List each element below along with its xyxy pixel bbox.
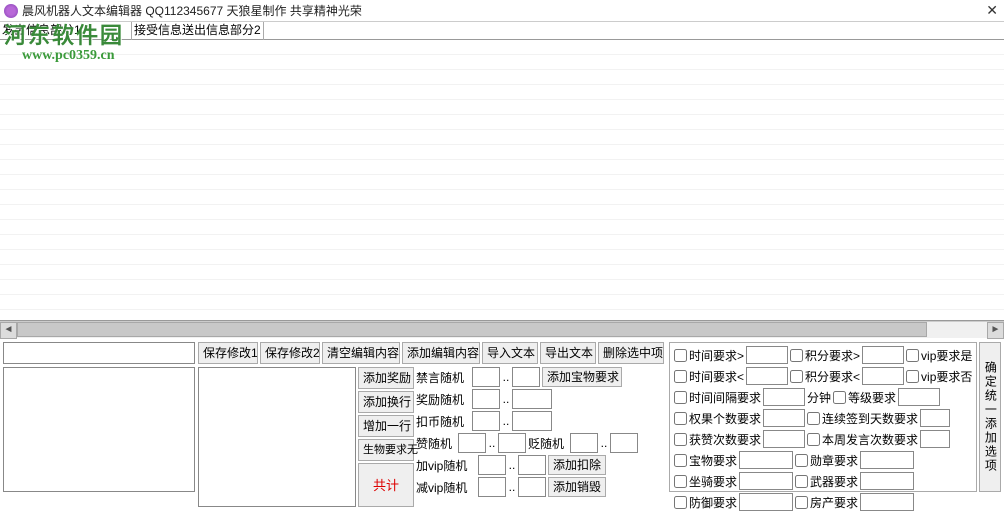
praise-random-max[interactable] <box>498 433 526 453</box>
window-title: 晨风机器人文本编辑器 QQ112345677 天狼星制作 共享精神光荣 <box>22 2 362 19</box>
defense-input[interactable] <box>739 493 793 511</box>
treasure-check[interactable] <box>674 454 687 467</box>
points-lt-check[interactable] <box>790 370 803 383</box>
add-vip-random-label: 加vip随机 <box>416 457 476 474</box>
dispraise-random-max[interactable] <box>610 433 638 453</box>
app-icon <box>4 4 18 18</box>
column-headers: 发出信息部分1 接受信息送出信息部分2 <box>0 22 1004 40</box>
col-header-1[interactable]: 发出信息部分1 <box>0 22 132 40</box>
add-reward-button[interactable]: 添加奖励 <box>358 367 414 389</box>
points-gt-check[interactable] <box>790 349 803 362</box>
bio-req-button[interactable]: 生物要求无 <box>358 439 414 461</box>
col-header-2[interactable]: 接受信息送出信息部分2 <box>132 22 264 40</box>
dispraise-random-label: 贬随机 <box>528 435 568 452</box>
consec-sign-check[interactable] <box>807 412 820 425</box>
reward-random-min[interactable] <box>472 389 500 409</box>
scroll-thumb[interactable] <box>17 322 927 337</box>
filter-input[interactable] <box>3 342 195 364</box>
weapon-input[interactable] <box>860 472 914 490</box>
requirements-panel: 时间要求> 积分要求> vip要求是 时间要求< 积分要求< vip要求否 时间… <box>669 342 977 492</box>
total-label: 共计 <box>358 463 414 507</box>
time-lt-check[interactable] <box>674 370 687 383</box>
time-lt-input[interactable] <box>746 367 788 385</box>
add-vip-max[interactable] <box>518 455 546 475</box>
defense-check[interactable] <box>674 496 687 509</box>
ban-random-min[interactable] <box>472 367 500 387</box>
delete-sel-button[interactable]: 删除选中项 <box>598 342 664 364</box>
mount-check[interactable] <box>674 475 687 488</box>
reward-random-max[interactable] <box>512 389 552 409</box>
save2-button[interactable]: 保存修改2 <box>260 342 320 364</box>
interval-check[interactable] <box>674 391 687 404</box>
deduct-random-label: 扣币随机 <box>416 413 470 430</box>
deduct-random-min[interactable] <box>472 411 500 431</box>
import-button[interactable]: 导入文本 <box>482 342 538 364</box>
house-check[interactable] <box>795 496 808 509</box>
ban-random-label: 禁言随机 <box>416 369 470 386</box>
house-input[interactable] <box>860 493 914 511</box>
sub-vip-min[interactable] <box>478 477 506 497</box>
horizontal-scrollbar[interactable]: ◄ ► <box>0 321 1004 338</box>
add-vip-min[interactable] <box>478 455 506 475</box>
add-edit-button[interactable]: 添加编辑内容 <box>402 342 480 364</box>
vip-no-check[interactable] <box>906 370 919 383</box>
level-input[interactable] <box>898 388 940 406</box>
add-row-button[interactable]: 增加一行 <box>358 415 414 437</box>
sub-vip-random-label: 减vip随机 <box>416 479 476 496</box>
vip-yes-check[interactable] <box>906 349 919 362</box>
mount-input[interactable] <box>739 472 793 490</box>
medal-input[interactable] <box>860 451 914 469</box>
bottom-panel: 保存修改1 保存修改2 清空编辑内容 添加编辑内容 导入文本 导出文本 删除选中… <box>0 338 1004 496</box>
praise-random-min[interactable] <box>458 433 486 453</box>
consec-sign-input[interactable] <box>920 409 950 427</box>
time-gt-input[interactable] <box>746 346 788 364</box>
own-count-input[interactable] <box>763 409 805 427</box>
reward-random-label: 奖励随机 <box>416 391 470 408</box>
add-destroy-button[interactable]: 添加销毁 <box>548 477 606 497</box>
dispraise-random-min[interactable] <box>570 433 598 453</box>
deduct-random-max[interactable] <box>512 411 552 431</box>
mid-textarea[interactable] <box>198 367 356 507</box>
points-lt-input[interactable] <box>862 367 904 385</box>
interval-input[interactable] <box>763 388 805 406</box>
scroll-right-icon[interactable]: ► <box>987 322 1004 339</box>
praise-random-label: 赞随机 <box>416 435 456 452</box>
medal-check[interactable] <box>795 454 808 467</box>
close-icon[interactable]: ✕ <box>986 2 998 19</box>
sub-vip-max[interactable] <box>518 477 546 497</box>
clear-button[interactable]: 清空编辑内容 <box>322 342 400 364</box>
treasure-input[interactable] <box>739 451 793 469</box>
save1-button[interactable]: 保存修改1 <box>198 342 258 364</box>
export-button[interactable]: 导出文本 <box>540 342 596 364</box>
add-newline-button[interactable]: 添加换行 <box>358 391 414 413</box>
points-gt-input[interactable] <box>862 346 904 364</box>
scroll-left-icon[interactable]: ◄ <box>0 322 17 339</box>
level-check[interactable] <box>833 391 846 404</box>
time-gt-check[interactable] <box>674 349 687 362</box>
add-deduct-button[interactable]: 添加扣除 <box>548 455 606 475</box>
week-speak-input[interactable] <box>920 430 950 448</box>
praise-count-check[interactable] <box>674 433 687 446</box>
titlebar: 晨风机器人文本编辑器 QQ112345677 天狼星制作 共享精神光荣 ✕ <box>0 0 1004 22</box>
left-column <box>3 342 195 492</box>
ban-random-max[interactable] <box>512 367 540 387</box>
praise-count-input[interactable] <box>763 430 805 448</box>
add-treasure-req-button[interactable]: 添加宝物要求 <box>542 367 622 387</box>
week-speak-check[interactable] <box>807 433 820 446</box>
weapon-check[interactable] <box>795 475 808 488</box>
list-area[interactable] <box>0 40 1004 321</box>
left-textarea[interactable] <box>3 367 195 492</box>
confirm-add-options-button[interactable]: 确定统一添加选项 <box>979 342 1001 492</box>
own-count-check[interactable] <box>674 412 687 425</box>
